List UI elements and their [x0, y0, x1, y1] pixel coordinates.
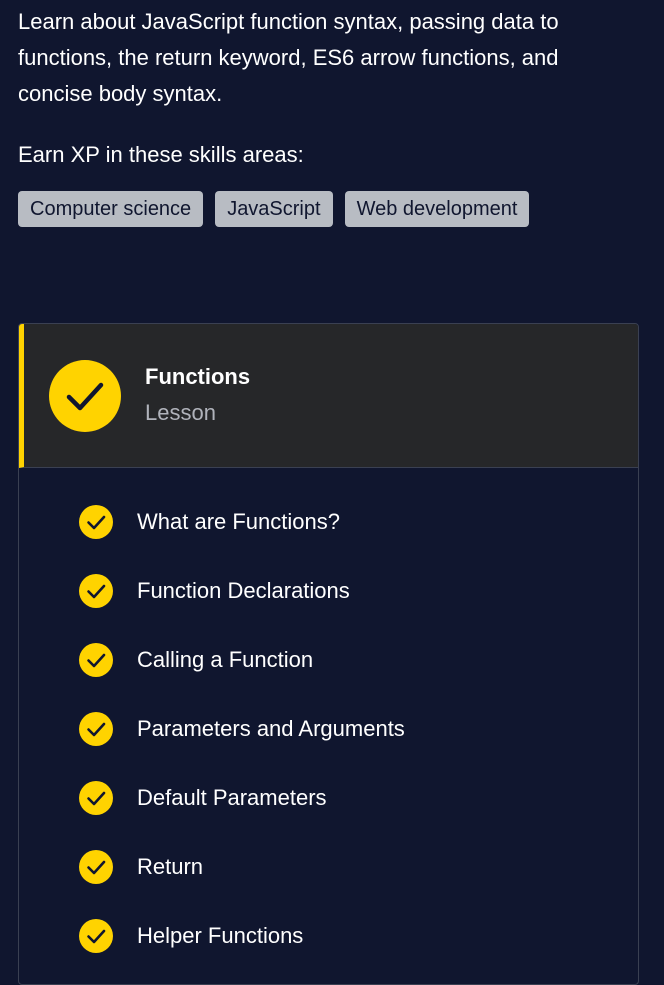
lesson-type: Lesson [145, 400, 216, 425]
check-circle-icon [79, 505, 113, 539]
lesson-item-label: Calling a Function [137, 647, 314, 672]
skill-tags: Computer science JavaScript Web developm… [18, 191, 530, 227]
check-circle-icon [79, 574, 113, 608]
lesson-item-label: Helper Functions [137, 923, 304, 948]
skill-tag-javascript[interactable]: JavaScript [215, 191, 333, 227]
check-circle-icon [49, 360, 121, 432]
lesson-description: Learn about JavaScript function syntax, … [18, 9, 559, 106]
skill-tag-computer-science[interactable]: Computer science [18, 191, 204, 227]
check-circle-icon [79, 919, 113, 953]
lesson-item[interactable]: Calling a Function [19, 606, 638, 677]
skill-tag-web-development[interactable]: Web development [344, 191, 530, 227]
skills-heading: Earn XP in these skills areas: [18, 142, 304, 167]
check-circle-icon [79, 643, 113, 677]
check-circle-icon [79, 850, 113, 884]
lesson-item[interactable]: Helper Functions [19, 882, 638, 953]
lesson-card: Functions Lesson What are Functions? Fun… [18, 323, 639, 985]
lesson-item[interactable]: Default Parameters [19, 744, 638, 815]
lesson-item-label: Return [137, 854, 204, 879]
lesson-item[interactable]: What are Functions? [19, 468, 638, 539]
lesson-item-label: What are Functions? [137, 509, 340, 534]
lesson-item[interactable]: Return [19, 813, 638, 884]
lesson-item-label: Function Declarations [137, 578, 350, 603]
lesson-item-label: Parameters and Arguments [137, 716, 405, 741]
lesson-item-label: Default Parameters [137, 785, 327, 810]
check-circle-icon [79, 712, 113, 746]
check-circle-icon [79, 781, 113, 815]
lesson-item-list: What are Functions? Function Declaration… [19, 468, 638, 953]
lesson-item[interactable]: Function Declarations [19, 537, 638, 608]
lesson-header[interactable]: Functions Lesson [19, 324, 638, 468]
lesson-title: Functions [145, 364, 251, 389]
lesson-item[interactable]: Parameters and Arguments [19, 675, 638, 746]
